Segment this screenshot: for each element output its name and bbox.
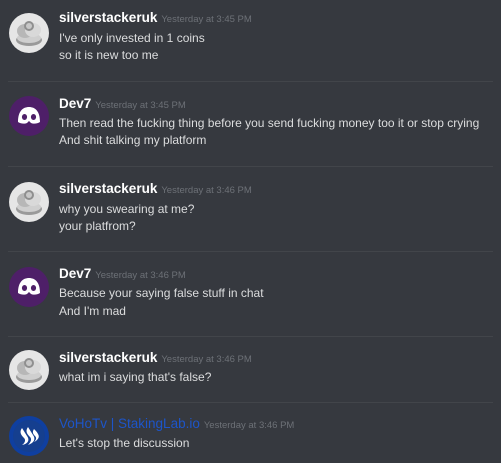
- message-line: I've only invested in 1 coins: [59, 31, 205, 45]
- discord-default-avatar-icon[interactable]: [9, 267, 49, 307]
- message-line: Then read the fucking thing before you s…: [59, 116, 480, 130]
- message-timestamp: Yesterday at 3:45 PM: [161, 14, 252, 25]
- message-author[interactable]: silverstackeruk: [59, 350, 157, 365]
- message-line: your platfrom?: [59, 219, 136, 233]
- steem-logo-avatar-icon[interactable]: [9, 416, 49, 456]
- message-author[interactable]: silverstackeruk: [59, 181, 157, 196]
- discord-default-avatar-icon[interactable]: [9, 96, 49, 136]
- silver-coin-stack-avatar-icon[interactable]: [9, 350, 49, 390]
- message-line: And I'm mad: [59, 304, 126, 318]
- message-divider: [8, 402, 493, 403]
- silver-coin-stack-avatar-icon[interactable]: [9, 182, 49, 222]
- message-divider: [8, 81, 493, 82]
- message-author[interactable]: silverstackeruk: [59, 10, 157, 25]
- message-timestamp: Yesterday at 3:46 PM: [161, 354, 252, 365]
- message-divider: [8, 166, 493, 167]
- message-line: And shit talking my platform: [59, 133, 207, 147]
- message-author[interactable]: Dev7: [59, 266, 91, 281]
- chat-message-list: silverstackeruk Yesterday at 3:45 PM I've…: [0, 0, 501, 463]
- message-timestamp: Yesterday at 3:46 PM: [161, 185, 252, 196]
- silver-coin-stack-avatar-icon[interactable]: [9, 13, 49, 53]
- message-line: why you swearing at me?: [59, 202, 195, 216]
- message-timestamp: Yesterday at 3:46 PM: [203, 420, 295, 431]
- message-line: Because your saying false stuff in chat: [59, 286, 264, 300]
- message-timestamp: Yesterday at 3:45 PM: [95, 100, 186, 111]
- message-line: so it is new too me: [59, 48, 159, 62]
- message-line: Let's stop the discussion: [59, 436, 190, 450]
- message-author[interactable]: VoHoTv | StakingLab.io: [59, 416, 200, 431]
- message-divider: [8, 251, 493, 252]
- message-line: what im i saying that's false?: [59, 370, 212, 384]
- message-divider: [8, 336, 493, 337]
- message-timestamp: Yesterday at 3:46 PM: [95, 270, 186, 281]
- message-author[interactable]: Dev7: [59, 96, 91, 111]
